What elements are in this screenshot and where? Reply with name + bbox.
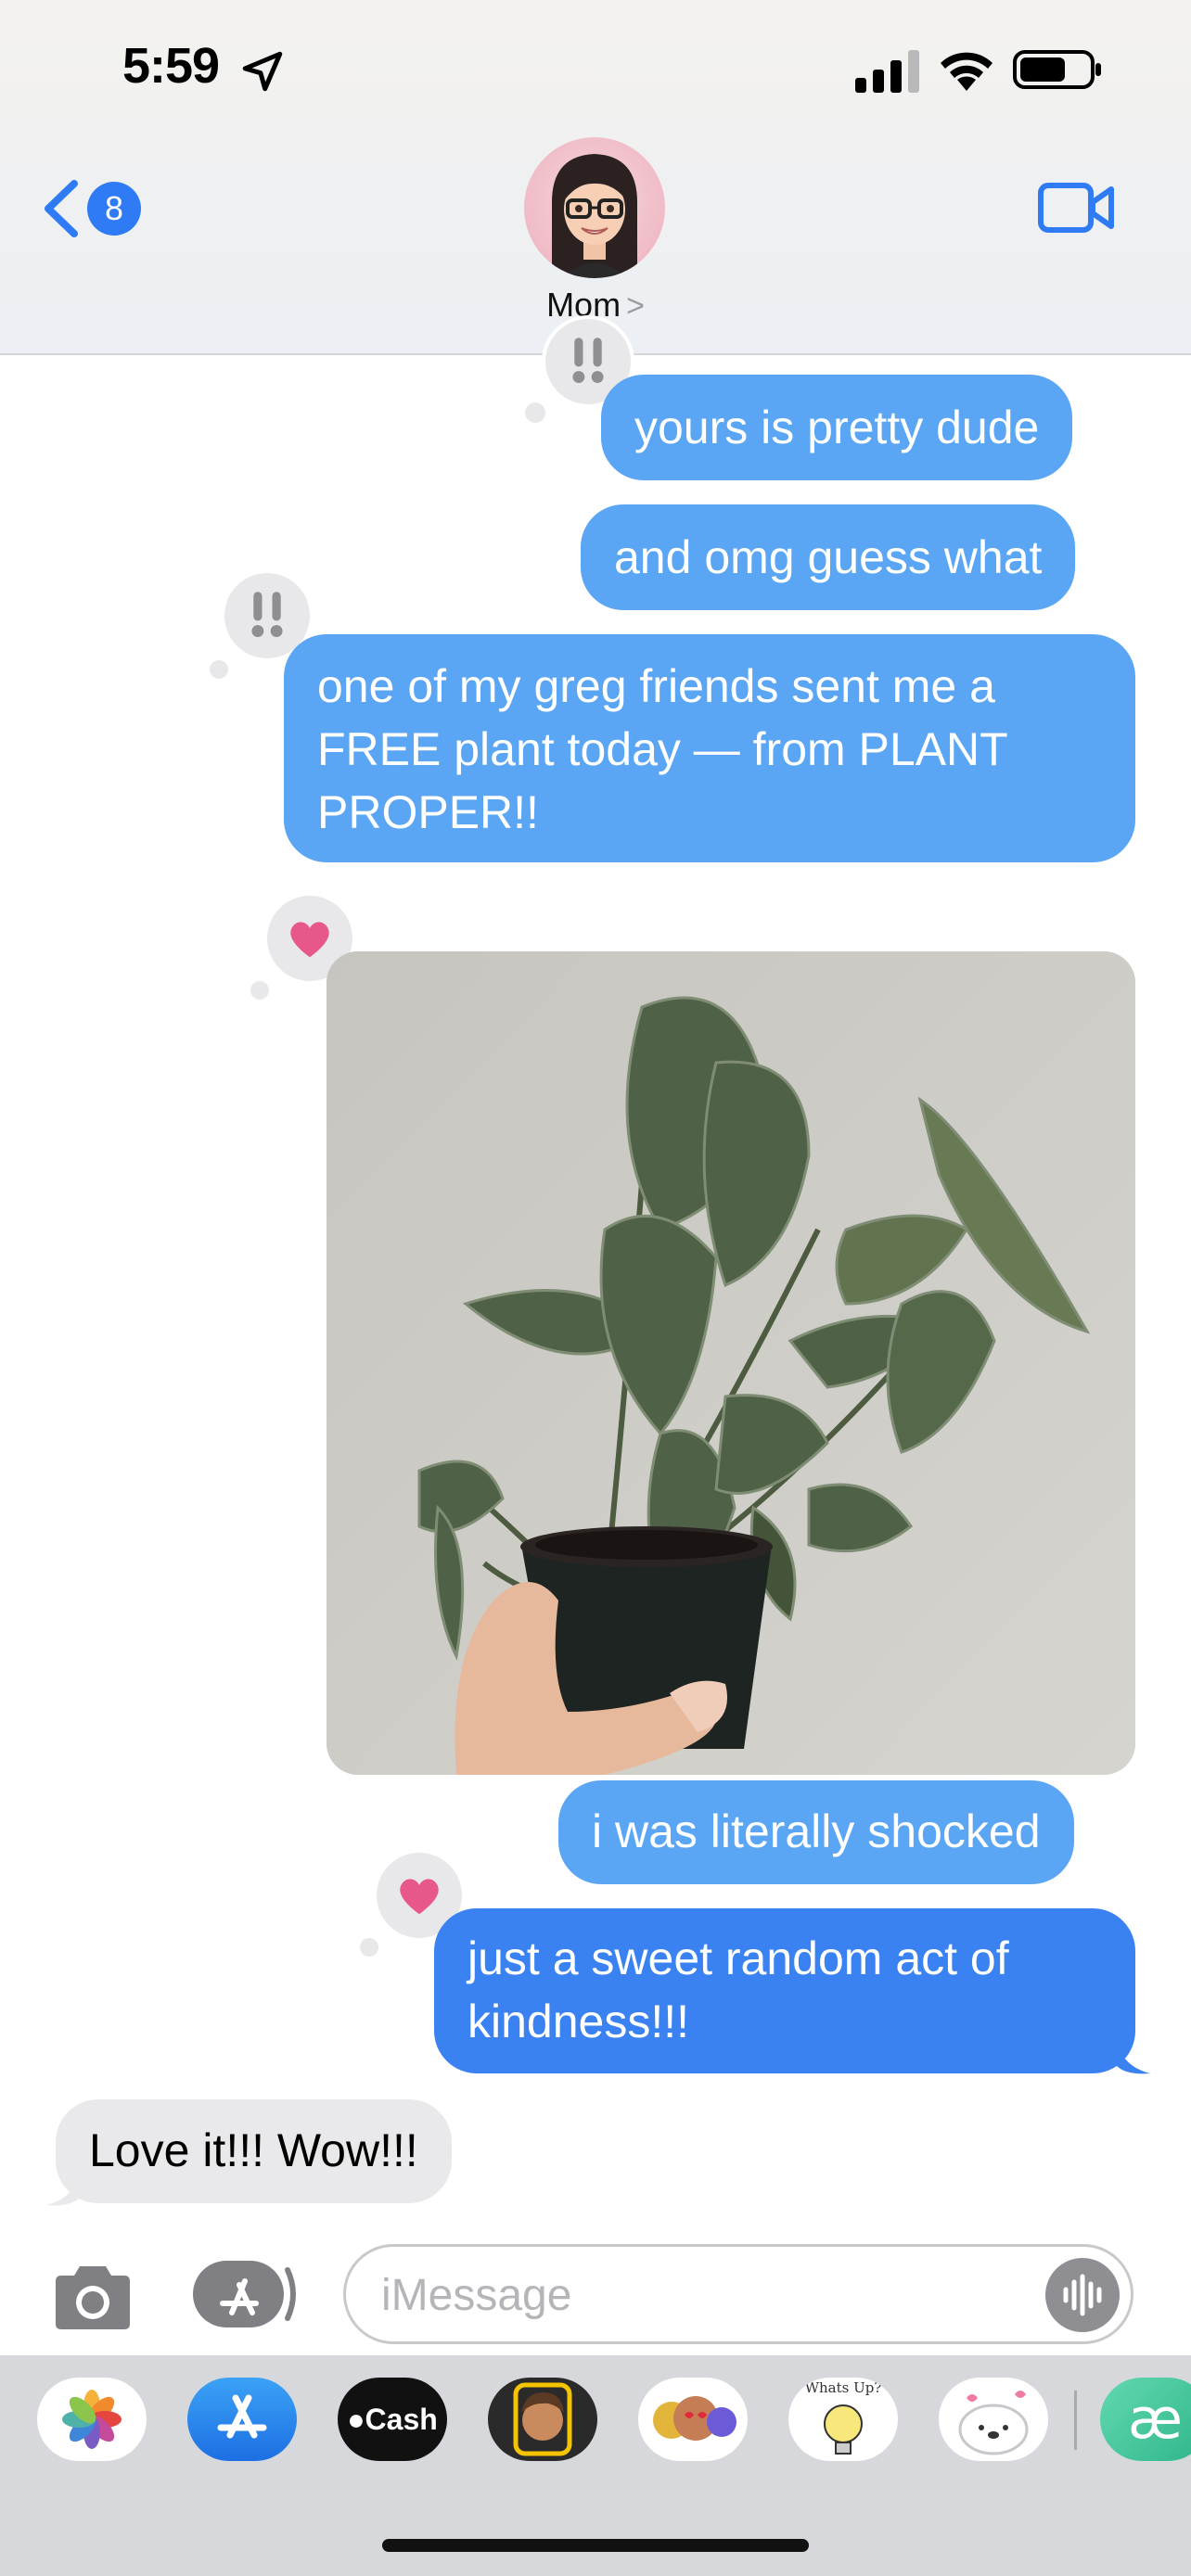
apple-logo-icon: ● [347,2403,365,2436]
tapback-tail-dot [360,1938,378,1957]
animoji-faces-icon [653,2396,736,2441]
memoji-avatar [524,137,665,278]
app-store-icon[interactable] [187,2378,297,2461]
tapback-tail-dot [250,981,269,1000]
facetime-video-icon[interactable] [1037,180,1115,236]
message-text: yours is pretty dude [634,402,1040,453]
seal-sticker-icon[interactable] [939,2378,1048,2461]
location-arrow-icon [242,51,283,92]
message-bubble-sent[interactable]: and omg guess what [581,504,1076,610]
dictation-button[interactable] [1045,2258,1120,2332]
photos-flower-icon [62,2390,122,2449]
memoji-boy-icon [513,2382,572,2456]
status-time: 5:59 [122,38,220,94]
contact-info-button[interactable]: Mom > [501,137,690,336]
message-bubble-received[interactable]: Love it!!! Wow!!! [56,2099,452,2203]
wifi-icon [941,52,992,91]
tapback-tail-dot [525,402,545,423]
message-line: FREE plant today — from PLANT [317,723,1008,775]
conversation-header: 5:59 8 Mom > [0,0,1191,355]
bubble-tail [46,2170,80,2206]
message-bubble-sent[interactable]: one of my greg friends sent me a FREE pl… [284,634,1135,862]
message-text: Love it!!! Wow!!! [89,2124,418,2176]
back-button[interactable]: 8 [39,174,150,245]
ae-app-icon[interactable]: æ [1100,2378,1191,2461]
photos-app-icon[interactable] [37,2378,147,2461]
ae-label: æ [1128,2387,1183,2452]
seal-face-icon [958,2391,1029,2455]
cellular-signal-icon [855,50,919,93]
message-bubble-sent[interactable]: i was literally shocked [558,1780,1074,1884]
apple-cash-icon[interactable]: ●Cash [338,2378,447,2461]
memoji-face-icon [552,154,637,278]
message-line: just a sweet random act of [467,1932,1009,1984]
bubble-tail [1117,2038,1150,2074]
chevron-left-icon [45,180,78,237]
home-indicator[interactable] [382,2539,809,2552]
message-line: kindness!!! [467,1996,690,2047]
message-line: one of my greg friends sent me a [317,660,995,712]
animoji-stickers-icon[interactable] [638,2378,748,2461]
message-line: PROPER!! [317,786,539,838]
camera-icon[interactable] [48,2263,137,2333]
message-bubble-sent[interactable]: yours is pretty dude [601,375,1073,480]
imessage-text-input[interactable] [379,2265,995,2325]
app-store-a-icon [217,2394,267,2439]
plant-photo [327,951,1135,1775]
whats-up-sticker-icon[interactable]: Whats Up? [788,2378,898,2461]
drawer-divider [1074,2391,1077,2450]
waveform-icon [1063,2274,1102,2316]
message-bubble-sent[interactable]: just a sweet random act of kindness!!! [434,1908,1135,2073]
unread-count-badge: 8 [87,182,141,236]
message-input-field[interactable] [343,2244,1133,2344]
photo-attachment[interactable] [327,951,1135,1775]
whats-up-label: Whats Up? [804,2379,882,2396]
app-store-drawer-button[interactable] [191,2257,299,2331]
cash-label: Cash [365,2403,438,2436]
message-text: i was literally shocked [592,1805,1041,1857]
message-text: and omg guess what [614,531,1043,583]
tapback-tail-dot [210,660,228,679]
app-store-icon [193,2261,296,2327]
battery-icon [1013,50,1101,89]
memoji-icon[interactable] [488,2378,597,2461]
